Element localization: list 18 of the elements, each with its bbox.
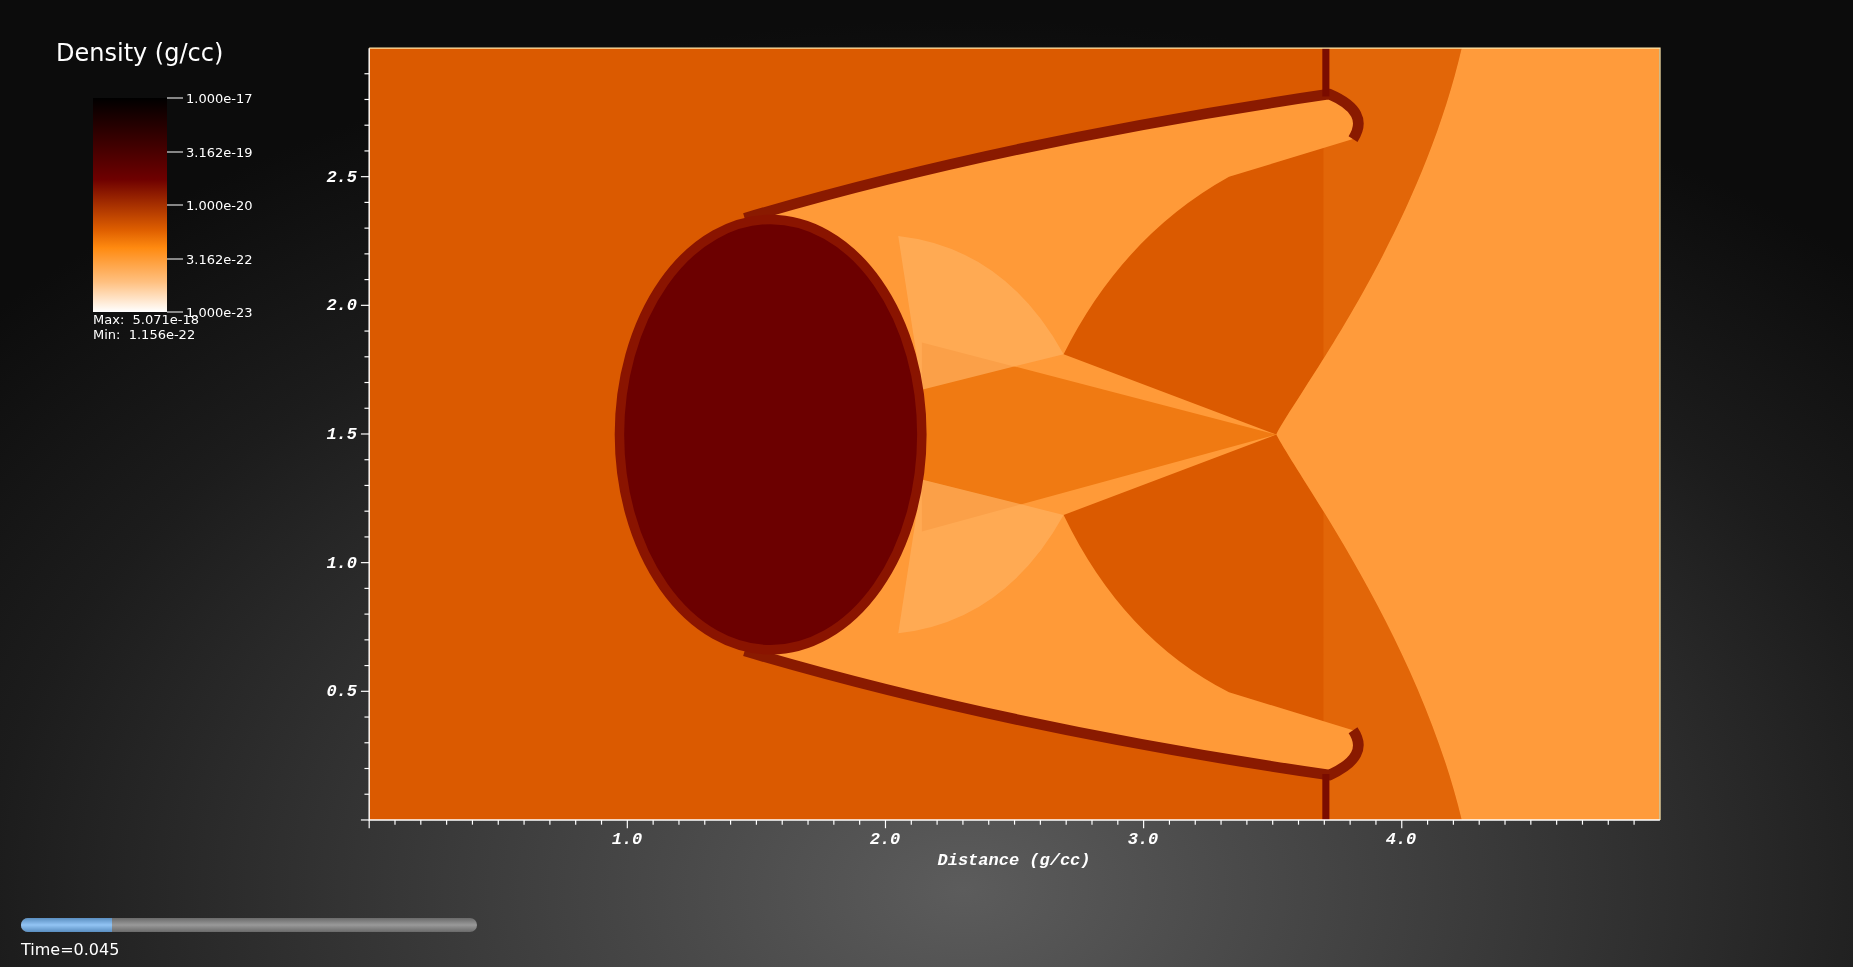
legend-tick-label: 3.162e-22 bbox=[186, 251, 253, 266]
x-axis-title: Distance (g/cc) bbox=[937, 851, 1091, 870]
x-axis-tick-label: 3.0 bbox=[1127, 830, 1159, 849]
legend-tick-label: 1.000e-20 bbox=[186, 197, 253, 213]
legend-tick-label: 1.000e-17 bbox=[186, 90, 253, 106]
y-axis-tick-label: 2.0 bbox=[326, 295, 357, 315]
x-axis-tick-label: 1.0 bbox=[611, 830, 643, 849]
min-value-label: Min: 1.156e-22 bbox=[93, 327, 196, 342]
x-axis-tick-label: 2.0 bbox=[869, 830, 901, 849]
x-axis-tick-label: 4.0 bbox=[1385, 830, 1417, 849]
y-axis-tick-label: 1.5 bbox=[326, 424, 357, 444]
time-slider-track[interactable] bbox=[21, 918, 477, 932]
y-axis-tick-label: 2.5 bbox=[326, 167, 357, 187]
y-axis-tick-label: 0.5 bbox=[326, 681, 357, 701]
legend-tick-label: 3.162e-19 bbox=[186, 144, 253, 159]
time-label: Time=0.045 bbox=[21, 940, 121, 959]
legend-title: Density (g/cc) bbox=[56, 38, 225, 68]
y-axis-tick-label: 1.0 bbox=[326, 553, 357, 573]
